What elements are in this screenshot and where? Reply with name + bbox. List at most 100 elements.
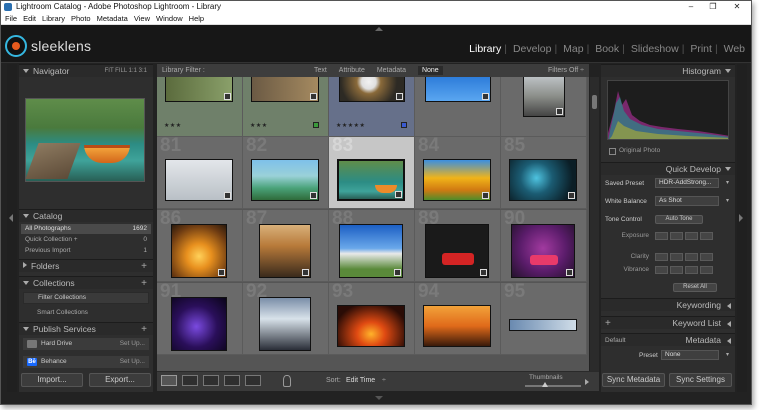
quick-develop-header[interactable]: Quick Develop <box>601 162 735 175</box>
add-folder-icon[interactable]: + <box>141 260 147 273</box>
collapse-top-panel-icon[interactable] <box>375 27 383 31</box>
menu-library[interactable]: Library <box>39 13 68 25</box>
sort-chevron-icon[interactable]: ÷ <box>382 371 386 391</box>
grid-scrollbar[interactable] <box>590 77 599 371</box>
clarity-decrease-large[interactable] <box>655 253 668 261</box>
smart-collections-folder[interactable]: Smart Collections <box>21 308 151 318</box>
sync-settings-button[interactable]: Sync Settings <box>669 373 732 387</box>
filter-attribute[interactable]: Attribute <box>339 67 365 74</box>
grid-cell[interactable]: ★★★ <box>157 77 243 137</box>
zoom-fill[interactable]: FILL <box>115 68 127 74</box>
grid-cell[interactable]: 81 <box>157 137 243 209</box>
grid-cell[interactable]: 95 <box>501 283 587 355</box>
grid-cell[interactable]: 86 <box>157 210 243 282</box>
grid-cell[interactable]: 85 <box>501 137 587 209</box>
grid-cell[interactable]: 84 <box>415 137 501 209</box>
grid-cell[interactable]: 93 <box>329 283 415 355</box>
filter-text[interactable]: Text <box>314 67 327 74</box>
histogram-header[interactable]: Histogram <box>601 64 735 77</box>
clarity-increase-large[interactable] <box>700 253 713 261</box>
clarity-decrease[interactable] <box>670 253 683 261</box>
grid-cell[interactable]: 82 <box>243 137 329 209</box>
keywording-header[interactable]: Keywording <box>601 298 735 311</box>
zoom-fit[interactable]: FIT <box>105 68 114 74</box>
filter-metadata[interactable]: Metadata <box>377 67 406 74</box>
reset-all-button[interactable]: Reset All <box>673 283 717 292</box>
menu-photo[interactable]: Photo <box>68 13 94 25</box>
metadata-header[interactable]: Default Metadata <box>601 333 735 346</box>
right-panel-toggle[interactable] <box>737 64 747 392</box>
vibrance-increase[interactable] <box>685 266 698 274</box>
compare-view-icon[interactable] <box>203 375 219 386</box>
vibrance-increase-large[interactable] <box>700 266 713 274</box>
module-map[interactable]: Map <box>563 43 583 55</box>
navigator-header[interactable]: Navigator FIT FILL 1:1 3:1 <box>19 64 153 77</box>
publish-services-header[interactable]: Publish Services + <box>19 322 153 335</box>
grid-cell[interactable] <box>501 77 587 137</box>
module-web[interactable]: Web <box>724 43 745 55</box>
color-label[interactable] <box>401 122 407 128</box>
auto-tone-button[interactable]: Auto Tone <box>655 215 703 224</box>
export-button[interactable]: Export... <box>89 373 151 387</box>
behance-setup[interactable]: Set Up... <box>120 356 145 368</box>
grid-cell[interactable]: 92 <box>243 283 329 355</box>
grid-cell[interactable]: 91 <box>157 283 243 355</box>
slider-knob[interactable] <box>541 382 548 387</box>
import-button[interactable]: Import... <box>21 373 83 387</box>
add-publish-service-icon[interactable]: + <box>141 323 147 336</box>
add-collection-icon[interactable]: + <box>141 277 147 290</box>
zoom-1-1[interactable]: 1:1 <box>129 68 137 74</box>
color-label[interactable] <box>313 122 319 128</box>
collapse-filmstrip-icon[interactable] <box>375 396 383 400</box>
grid-cell[interactable]: 90 <box>501 210 587 282</box>
exposure-increase-large[interactable] <box>700 232 713 240</box>
saved-preset-dropdown[interactable]: HDR-AddStrong... <box>655 178 719 188</box>
grid-cell[interactable]: 88 <box>329 210 415 282</box>
grid-view-icon[interactable] <box>161 375 177 386</box>
menu-file[interactable]: File <box>1 13 20 25</box>
toolbar-menu-icon[interactable] <box>585 379 589 385</box>
module-library[interactable]: Library <box>469 43 501 55</box>
grid-cell[interactable]: 94 <box>415 283 501 355</box>
exposure-decrease-large[interactable] <box>655 232 668 240</box>
zoom-3-1[interactable]: 3:1 <box>139 68 147 74</box>
grid-cell-selected[interactable]: 83 <box>329 137 415 209</box>
catalog-all-photographs[interactable]: All Photographs 1692 <box>21 224 151 234</box>
grid-cell[interactable]: 89 <box>415 210 501 282</box>
filter-none[interactable]: None <box>417 66 443 75</box>
collections-header[interactable]: Collections + <box>19 276 153 289</box>
close-button[interactable]: ✕ <box>725 1 749 13</box>
grid-cell[interactable]: ★★★ <box>243 77 329 137</box>
publish-hard-drive[interactable]: Hard Drive Set Up... <box>23 338 149 350</box>
metadata-preset-dropdown[interactable]: None <box>661 350 719 360</box>
module-slideshow[interactable]: Slideshow <box>631 43 679 55</box>
grid-cell[interactable]: 87 <box>243 210 329 282</box>
exposure-decrease[interactable] <box>670 232 683 240</box>
catalog-header[interactable]: Catalog <box>19 209 153 222</box>
people-view-icon[interactable] <box>245 375 261 386</box>
keyword-list-header[interactable]: + Keyword List <box>601 316 735 329</box>
menu-help[interactable]: Help <box>186 13 207 25</box>
rating-stars[interactable]: ★★★ <box>250 122 268 129</box>
grid-cell[interactable] <box>415 77 501 137</box>
menu-metadata[interactable]: Metadata <box>94 13 131 25</box>
menu-window[interactable]: Window <box>153 13 186 25</box>
catalog-previous-import[interactable]: Previous Import 1 <box>21 246 151 256</box>
navigator-preview[interactable] <box>25 98 145 182</box>
maximize-button[interactable]: ❐ <box>701 1 725 13</box>
metadata-default-dropdown[interactable]: Default <box>605 334 626 347</box>
hard-drive-setup[interactable]: Set Up... <box>120 338 145 350</box>
module-develop[interactable]: Develop <box>513 43 552 55</box>
loupe-view-icon[interactable] <box>182 375 198 386</box>
thumbnail-size-slider[interactable] <box>525 382 581 387</box>
left-panel-toggle[interactable] <box>7 64 17 392</box>
grid-cell[interactable]: ★★★★★ <box>329 77 415 137</box>
menu-edit[interactable]: Edit <box>20 13 39 25</box>
module-print[interactable]: Print <box>690 43 712 55</box>
original-photo-checkbox[interactable] <box>609 148 616 155</box>
exposure-increase[interactable] <box>685 232 698 240</box>
survey-view-icon[interactable] <box>224 375 240 386</box>
publish-behance[interactable]: Bē Behance Set Up... <box>23 356 149 368</box>
folders-header[interactable]: Folders + <box>19 259 153 272</box>
add-keyword-icon[interactable]: + <box>605 317 611 330</box>
